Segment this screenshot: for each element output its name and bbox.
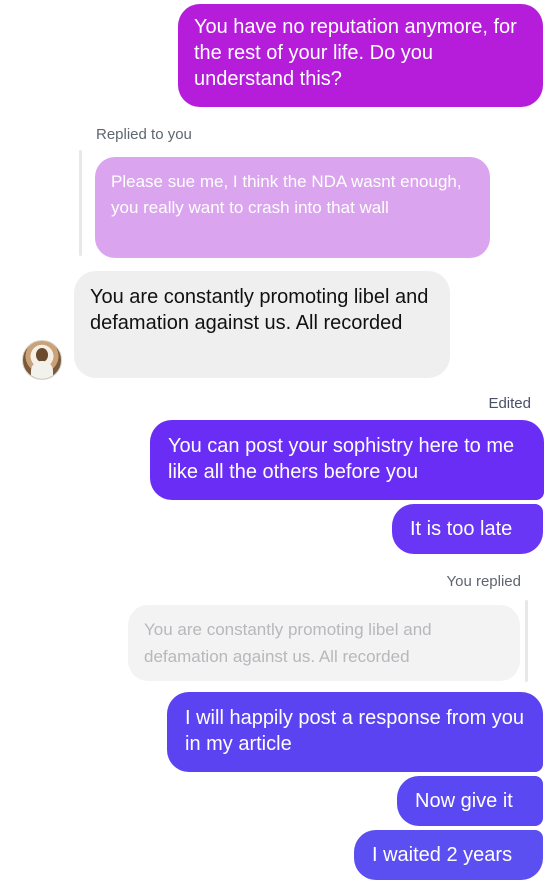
replied-to-you-label: Replied to you xyxy=(96,126,192,143)
outgoing-message-bubble[interactable]: I will happily post a response from you … xyxy=(167,692,543,772)
outgoing-message-bubble[interactable]: Now give it xyxy=(397,776,543,826)
outgoing-message-bubble[interactable]: It is too late xyxy=(392,504,543,554)
incoming-message-bubble[interactable]: You are constantly promoting libel and d… xyxy=(74,271,450,378)
quoted-message-bubble[interactable]: You are constantly promoting libel and d… xyxy=(128,605,520,681)
quoted-message-bubble[interactable]: Please sue me, I think the NDA wasnt eno… xyxy=(95,157,490,258)
edited-label: Edited xyxy=(488,395,531,412)
outgoing-message-bubble[interactable]: I waited 2 years xyxy=(354,830,543,880)
avatar-body xyxy=(31,361,53,379)
outgoing-message-bubble[interactable]: You can post your sophistry here to me l… xyxy=(150,420,544,500)
user-avatar-icon[interactable] xyxy=(22,340,62,380)
you-replied-label: You replied xyxy=(446,573,521,590)
avatar-face xyxy=(36,348,48,362)
reply-indicator-line xyxy=(525,600,528,682)
outgoing-message-bubble[interactable]: You have no reputation anymore, for the … xyxy=(178,4,543,107)
reply-indicator-line xyxy=(79,150,82,256)
